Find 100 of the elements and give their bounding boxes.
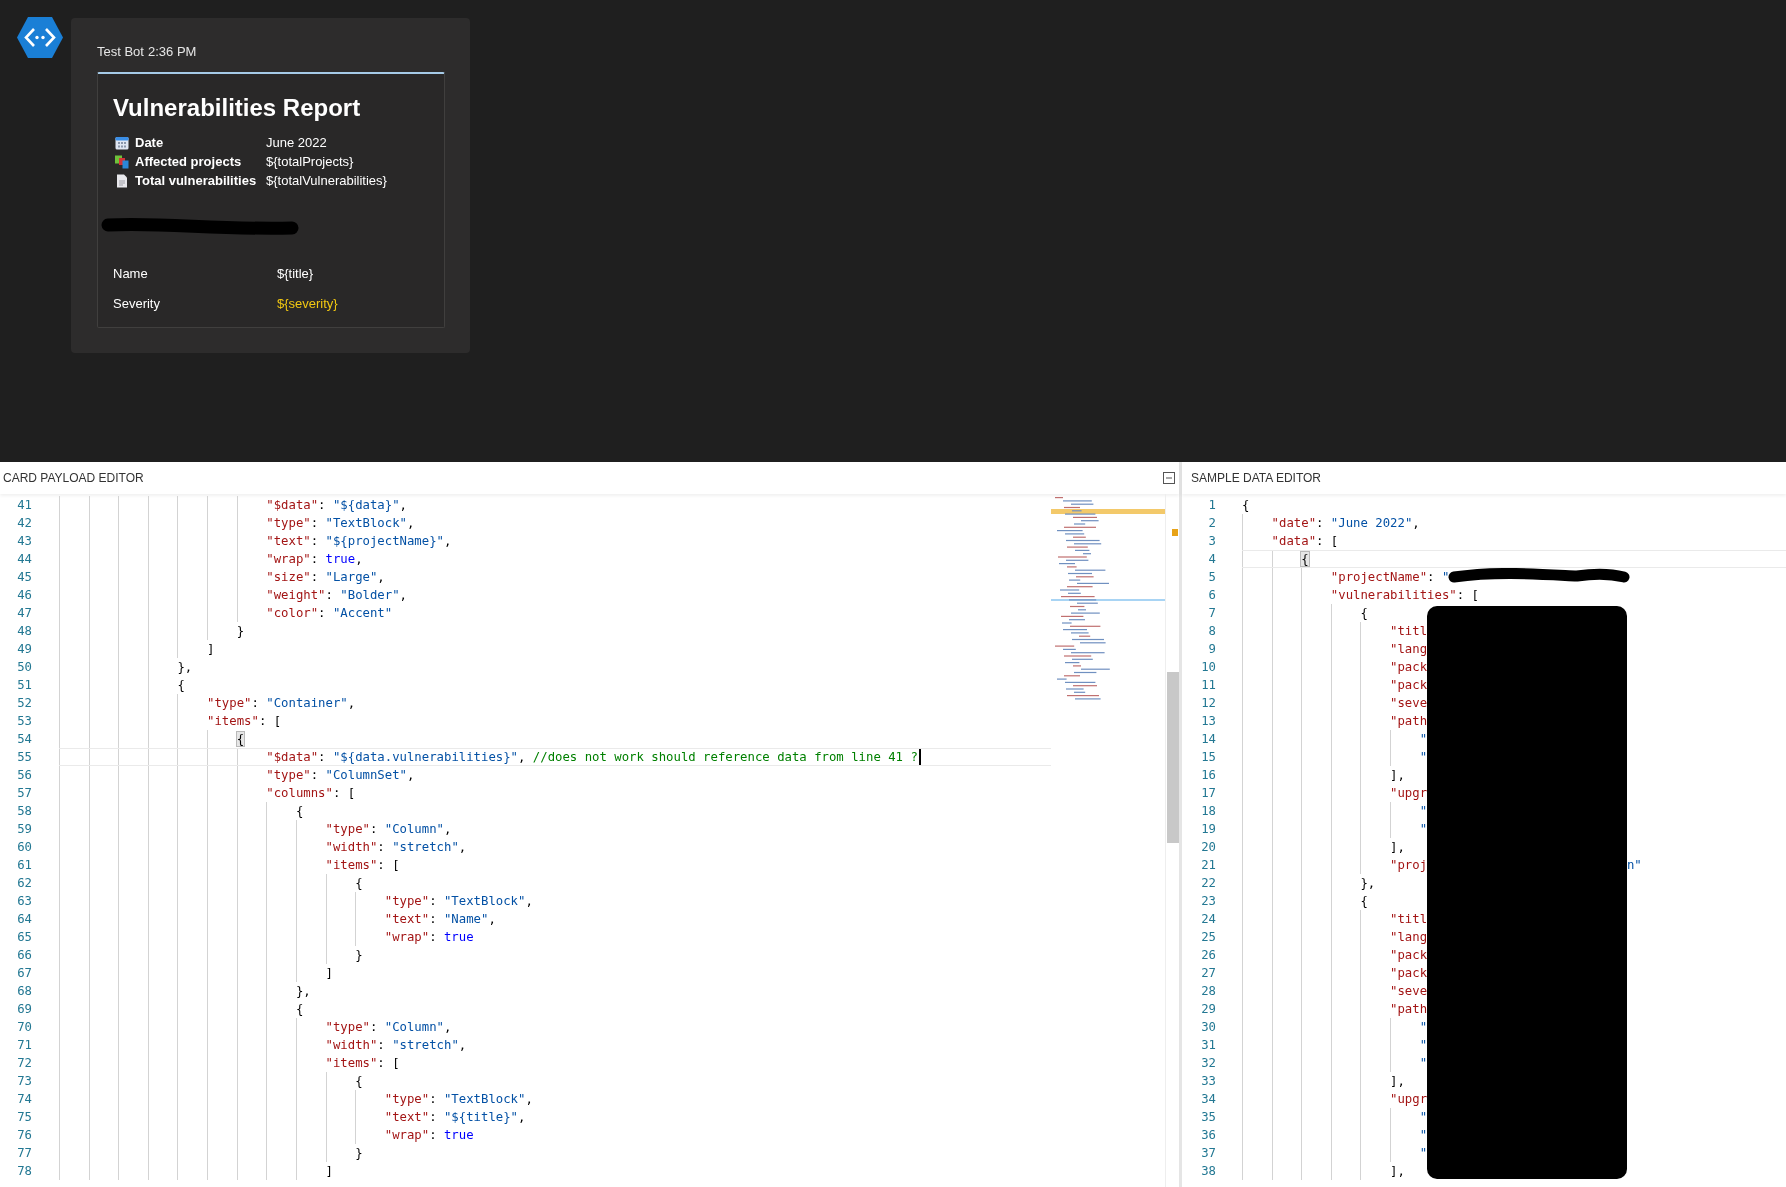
line-number: 77 <box>16 1146 32 1160</box>
code-line: "pack <box>1390 659 1428 675</box>
editor-title: SAMPLE DATA EDITOR <box>1191 471 1322 485</box>
line-number: 18 <box>1200 804 1216 818</box>
line-number: 9 <box>1207 642 1216 656</box>
code-line: "$data": "${data}", <box>266 497 407 513</box>
code-line: "width": "stretch", <box>325 839 467 855</box>
line-number: 1 <box>1207 498 1216 512</box>
code-line: "type": "Container", <box>207 695 356 711</box>
message-time: 2:36 PM <box>147 44 197 59</box>
code-line: "text": "Name", <box>384 911 496 927</box>
line-number: 24 <box>1200 912 1216 926</box>
line-number: 69 <box>16 1002 32 1016</box>
line-number: 32 <box>1200 1056 1216 1070</box>
code-line: "text": "${title}", <box>384 1109 526 1125</box>
code-line: "size": "Large", <box>266 569 385 585</box>
line-number: 26 <box>1200 948 1216 962</box>
line-number: 63 <box>16 894 32 908</box>
code-line: "titl <box>1390 623 1428 639</box>
code-line: ], <box>1390 839 1405 855</box>
line-number: 22 <box>1200 876 1216 890</box>
line-number: 4 <box>1207 552 1216 566</box>
code-line: "items": [ <box>207 713 282 729</box>
line-number: 66 <box>16 948 32 962</box>
line-number: 8 <box>1207 624 1216 638</box>
line-number: 78 <box>16 1164 32 1178</box>
collapse-icon[interactable] <box>1163 472 1175 484</box>
line-number: 5 <box>1207 570 1216 584</box>
fact-label: Date <box>135 135 165 151</box>
code-line: }, <box>295 983 311 999</box>
editor-title: CARD PAYLOAD EDITOR <box>3 471 144 485</box>
code-line: { <box>1360 893 1368 909</box>
line-number: 43 <box>16 534 32 548</box>
line-number: 71 <box>16 1038 32 1052</box>
code-line: ] <box>325 965 333 981</box>
code-line: "proj n" <box>1390 857 1642 873</box>
line-number: 15 <box>1200 750 1216 764</box>
line-number: 44 <box>16 552 32 566</box>
code-line: "type": "Column", <box>325 821 452 837</box>
overview-marker <box>1172 529 1178 536</box>
line-number: 70 <box>16 1020 32 1034</box>
line-number: 75 <box>16 1110 32 1124</box>
line-number: 20 <box>1200 840 1216 854</box>
code-line: "wrap": true <box>384 929 474 945</box>
code-line: } <box>236 623 245 639</box>
line-number: 10 <box>1200 660 1216 674</box>
code-line: " <box>1419 749 1428 765</box>
code-line: } <box>355 1145 363 1161</box>
code-line: { <box>177 677 185 693</box>
scrollbar[interactable] <box>1165 494 1179 1187</box>
fact-label: Total vulnerabilities <box>135 173 258 189</box>
code-line: "weight": "Bolder", <box>266 587 407 603</box>
line-number: 53 <box>16 714 32 728</box>
line-number: 35 <box>1200 1110 1216 1124</box>
code-line: "width": "stretch", <box>325 1037 467 1053</box>
line-number: 33 <box>1200 1074 1216 1088</box>
code-line: "type": "ColumnSet", <box>266 767 415 783</box>
code-line: ] <box>207 641 215 657</box>
line-number: 59 <box>16 822 32 836</box>
code-line: " <box>1419 1109 1428 1125</box>
line-number: 45 <box>16 570 32 584</box>
code-line: { <box>1242 497 1250 513</box>
line-number: 31 <box>1200 1038 1216 1052</box>
code-line: } <box>355 947 363 963</box>
code-line: { <box>355 875 363 891</box>
sender-name: Test Bot <box>97 44 144 59</box>
line-number: 19 <box>1200 822 1216 836</box>
fact-value: ${totalVulnerabilities} <box>266 173 388 189</box>
code-line: { <box>295 803 304 819</box>
code-line: "items": [ <box>325 1055 400 1071</box>
line-number: 42 <box>16 516 32 530</box>
code-line: " <box>1419 1055 1428 1071</box>
line-number: 73 <box>16 1074 32 1088</box>
line-number: 47 <box>16 606 32 620</box>
code-line: }, <box>177 659 193 675</box>
line-number: 7 <box>1207 606 1216 620</box>
field-label: Name <box>113 265 149 283</box>
calendar-icon <box>115 136 129 150</box>
code-line: { <box>355 1073 363 1089</box>
code-line: "pack <box>1390 677 1428 693</box>
line-number: 21 <box>1200 858 1216 872</box>
code-line: ], <box>1390 1163 1405 1179</box>
line-number: 49 <box>16 642 32 656</box>
line-number: 65 <box>16 930 32 944</box>
code-line: " <box>1419 1019 1428 1035</box>
code-line: " <box>1419 1037 1428 1053</box>
code-line: "seve <box>1390 695 1428 711</box>
scrollbar-thumb[interactable] <box>1167 672 1179 843</box>
code-line: "type": "TextBlock", <box>266 515 415 531</box>
code-line: "titl <box>1390 911 1428 927</box>
line-number: 11 <box>1200 678 1216 692</box>
code-line: ], <box>1390 1073 1405 1089</box>
line-number: 29 <box>1200 1002 1216 1016</box>
field-value: ${severity} <box>277 295 339 313</box>
line-number: 37 <box>1200 1146 1216 1160</box>
line-number: 28 <box>1200 984 1216 998</box>
line-number: 14 <box>1200 732 1216 746</box>
stacked-squares-icon <box>115 155 129 169</box>
line-number: 12 <box>1200 696 1216 710</box>
line-number: 48 <box>16 624 32 638</box>
